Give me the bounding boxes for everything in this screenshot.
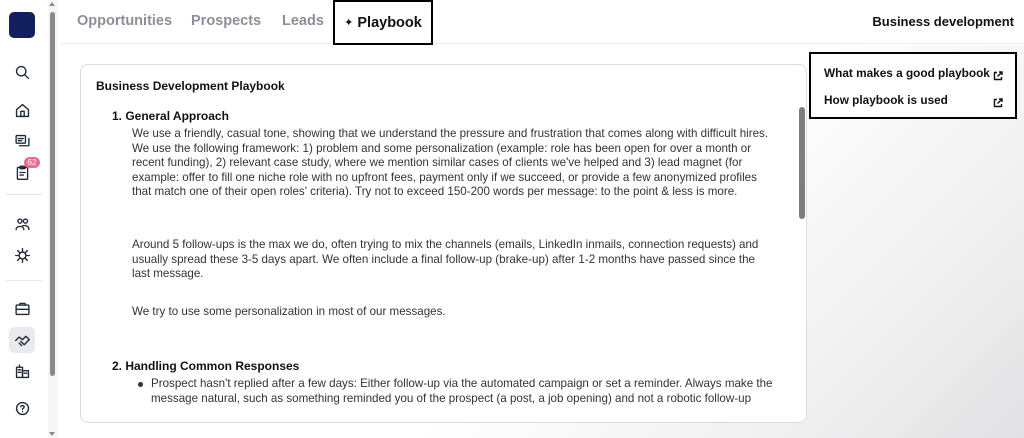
messages-icon[interactable] xyxy=(10,129,34,153)
tab-prospects[interactable]: Prospects xyxy=(191,13,261,29)
scroll-down-arrow-icon[interactable] xyxy=(49,432,55,436)
tab-playbook-label: Playbook xyxy=(357,14,422,31)
main-content: Business Development Playbook 1. General… xyxy=(60,45,1024,438)
scroll-up-arrow-icon[interactable] xyxy=(49,2,55,6)
section-title: Business development xyxy=(872,14,1014,29)
paragraph: We use a friendly, casual tone, showing … xyxy=(132,127,769,199)
home-icon[interactable] xyxy=(10,98,34,122)
panel-scroll-thumb[interactable] xyxy=(799,107,805,219)
rail-divider xyxy=(6,280,42,281)
help-icon[interactable] xyxy=(10,396,34,420)
bullet-icon xyxy=(138,382,143,387)
paragraph: We try to use some personalization in mo… xyxy=(132,305,446,318)
rail-scrollbar[interactable] xyxy=(48,0,58,438)
sparkle-icon: ✦ xyxy=(344,17,354,29)
handshake-icon[interactable] xyxy=(9,327,35,353)
external-link-icon[interactable] xyxy=(993,68,1003,81)
briefcase-icon[interactable] xyxy=(10,296,34,320)
link-good-playbook[interactable]: What makes a good playbook xyxy=(824,66,990,80)
section-heading: 1. General Approach xyxy=(112,109,229,123)
link-how-playbook-used[interactable]: How playbook is used xyxy=(824,93,948,107)
left-rail: 62 xyxy=(0,0,48,438)
tab-bar: Opportunities Prospects Leads ✦ Playbook… xyxy=(60,0,1024,45)
search-icon[interactable] xyxy=(10,60,34,84)
rail-scroll-thumb[interactable] xyxy=(50,12,55,376)
section-heading: 2. Handling Common Responses xyxy=(112,359,300,373)
playbook-panel: Business Development Playbook 1. General… xyxy=(80,64,807,423)
bug-icon[interactable] xyxy=(10,243,34,267)
list-item: Prospect hasn't replied after a few days… xyxy=(151,377,773,405)
app-logo[interactable] xyxy=(9,12,35,38)
people-icon[interactable] xyxy=(10,212,34,236)
playbook-body[interactable]: 1. General Approach We use a friendly, c… xyxy=(81,105,796,422)
notification-badge: 62 xyxy=(24,157,40,168)
external-link-icon[interactable] xyxy=(993,95,1003,108)
tab-leads[interactable]: Leads xyxy=(282,13,324,29)
tab-playbook[interactable]: ✦ Playbook xyxy=(333,0,433,45)
paragraph: Around 5 follow-ups is the max we do, of… xyxy=(132,238,759,281)
tab-opportunities[interactable]: Opportunities xyxy=(77,13,172,29)
playbook-title: Business Development Playbook xyxy=(96,79,285,93)
resource-links: What makes a good playbook How playbook … xyxy=(809,52,1017,119)
rail-divider xyxy=(6,194,42,195)
buildings-icon[interactable] xyxy=(10,359,34,383)
